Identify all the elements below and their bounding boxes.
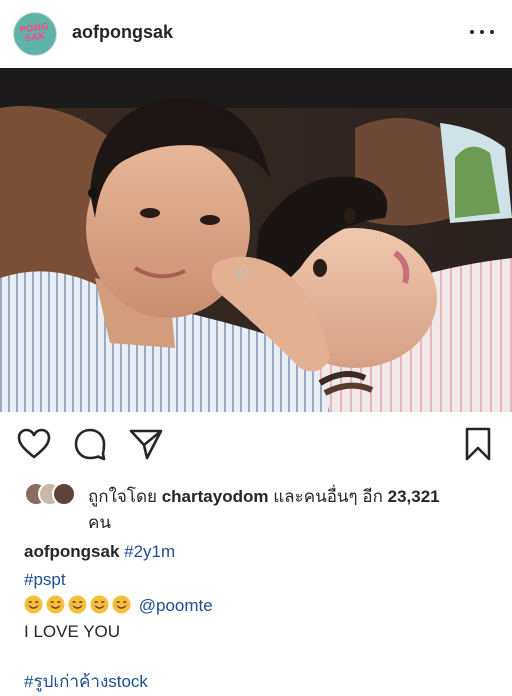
liker-avatar[interactable] bbox=[52, 482, 76, 506]
mention[interactable]: @poomte bbox=[139, 596, 213, 615]
post-actions bbox=[0, 424, 512, 464]
emoji-group bbox=[24, 595, 134, 615]
post-photo[interactable] bbox=[0, 68, 512, 412]
comment-icon[interactable] bbox=[72, 426, 108, 462]
caption-username[interactable]: aofpongsak bbox=[24, 542, 119, 561]
selfie-photo bbox=[0, 68, 512, 412]
likes-text: ถูกใจโดย chartayodom และคนอื่นๆ อีก 23,3… bbox=[88, 484, 498, 536]
smiling-face-with-smiling-eyes-icon bbox=[112, 595, 131, 614]
hashtag[interactable]: #2y1m bbox=[124, 542, 175, 561]
emoji-line: @poomte bbox=[24, 594, 494, 618]
smiling-face-with-smiling-eyes-icon bbox=[90, 595, 109, 614]
share-icon[interactable] bbox=[128, 426, 164, 462]
avatar-logo-text: PONG SAK bbox=[19, 22, 50, 45]
likes-suffix: คน bbox=[88, 513, 111, 532]
liker-avatars bbox=[24, 482, 80, 508]
smiling-face-with-smiling-eyes-icon bbox=[68, 595, 87, 614]
caption: aofpongsak #2y1m #pspt @poomte I LOVE YO… bbox=[24, 540, 494, 694]
hashtag[interactable]: #pspt bbox=[24, 570, 66, 589]
post-header: PONG SAK aofpongsak bbox=[0, 0, 512, 66]
caption-text: I LOVE YOU bbox=[24, 622, 121, 641]
smiling-face-with-smiling-eyes-icon bbox=[46, 595, 65, 614]
hashtag[interactable]: #รูปเก่าค้างstock bbox=[24, 672, 148, 691]
likes-count[interactable]: 23,321 bbox=[388, 487, 440, 506]
post-username[interactable]: aofpongsak bbox=[72, 22, 173, 43]
liker-username[interactable]: chartayodom bbox=[162, 487, 269, 506]
bookmark-icon[interactable] bbox=[460, 426, 496, 462]
more-options-icon[interactable] bbox=[470, 24, 494, 40]
heart-icon[interactable] bbox=[16, 426, 52, 462]
smiling-face-with-smiling-eyes-icon bbox=[24, 595, 43, 614]
likes-middle: และคนอื่นๆ อีก bbox=[273, 487, 383, 506]
likes-prefix: ถูกใจโดย bbox=[88, 487, 157, 506]
profile-avatar[interactable]: PONG SAK bbox=[13, 12, 57, 56]
